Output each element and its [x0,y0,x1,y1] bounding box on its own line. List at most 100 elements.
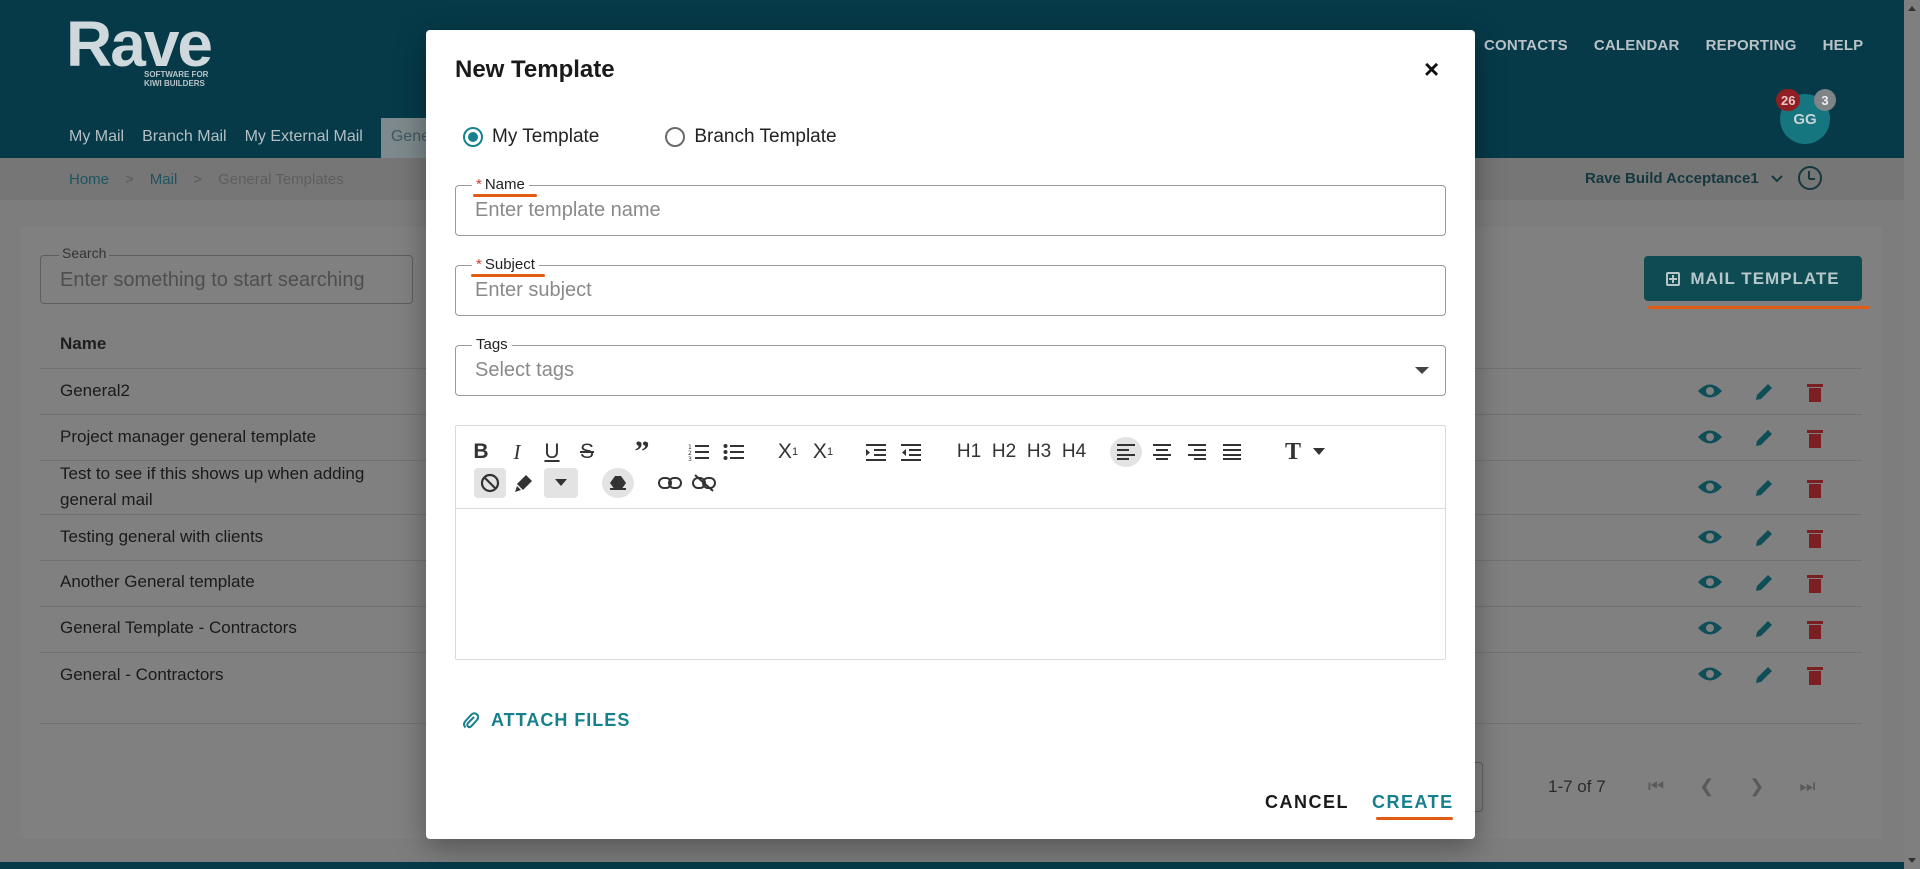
nav-contacts[interactable]: CONTACTS [1484,37,1568,54]
user-menu[interactable]: GG 26 3 [1776,89,1836,144]
clear-color-icon[interactable] [474,468,506,498]
align-left-icon[interactable] [1110,437,1142,467]
column-header-name[interactable]: Name [60,334,106,354]
annotation-underline [1376,817,1453,820]
mail-tabs: My Mail Branch Mail My External Mail Gen… [69,118,446,158]
strikethrough-icon[interactable]: S [576,437,598,467]
top-nav: CONTACTS CALENDAR REPORTING HELP [1484,37,1889,54]
radio-branch-template[interactable] [665,127,686,147]
trash-icon[interactable] [1805,527,1825,549]
caret-down-icon [1415,367,1429,374]
subject-label-text: Subject [484,256,535,273]
pencil-icon[interactable] [1753,618,1775,640]
logo-word: Rave [66,8,213,80]
pencil-icon[interactable] [1753,381,1775,403]
eye-icon[interactable] [1697,381,1723,401]
next-page-icon[interactable]: ❯ [1749,776,1764,797]
name-placeholder: Enter template name [475,199,661,221]
pencil-icon[interactable] [1753,477,1775,499]
ordered-list-icon[interactable]: 123 [686,437,712,467]
breadcrumb-mail[interactable]: Mail [150,171,178,188]
blockquote-icon[interactable]: ” [629,435,655,468]
close-icon[interactable]: × [1424,56,1439,82]
pencil-icon[interactable] [1753,664,1775,686]
notification-badge: 26 [1776,89,1801,111]
scroll-down-icon[interactable] [1908,858,1916,863]
row-actions [1697,527,1825,549]
indent-icon[interactable] [864,437,888,467]
font-size-dropdown-icon[interactable] [1309,437,1329,467]
tags-select[interactable]: Tags Select tags [455,336,1446,396]
tab-branch-mail[interactable]: Branch Mail [142,118,226,158]
outdent-icon[interactable] [899,437,923,467]
history-clock-icon[interactable] [1798,166,1822,190]
bullet-list-icon[interactable] [721,437,747,467]
row-actions [1697,427,1825,449]
pencil-icon[interactable] [1753,427,1775,449]
table-row-name: Project manager general template [60,427,317,446]
nav-calendar[interactable]: CALENDAR [1594,37,1680,54]
bold-icon[interactable]: B [470,437,492,467]
subject-field[interactable]: * Subject Enter subject [455,256,1446,316]
nav-help[interactable]: HELP [1823,37,1864,54]
name-field[interactable]: * Name Enter template name [455,176,1446,236]
align-justify-icon[interactable] [1219,437,1245,467]
eye-icon[interactable] [1697,572,1723,592]
italic-icon[interactable]: I [506,437,528,467]
align-center-icon[interactable] [1149,437,1175,467]
attach-files-button[interactable]: ATTACH FILES [463,710,630,731]
pencil-icon[interactable] [1753,527,1775,549]
search-input[interactable]: Search Enter something to start searchin… [40,245,413,304]
eye-icon[interactable] [1697,664,1723,684]
radio-my-template-label[interactable]: My Template [492,126,599,148]
eraser-icon[interactable] [602,468,634,498]
first-page-icon[interactable]: ⏮ [1648,776,1664,797]
editor-toolbar: B I U S ” 123 X1 X1 H1 H2 H3 H4 T [456,426,1445,509]
highlight-brush-icon[interactable] [510,468,538,498]
eye-icon[interactable] [1697,618,1723,638]
last-page-icon[interactable]: ⏭ [1799,776,1815,797]
font-size-icon[interactable]: T [1280,437,1306,467]
trash-icon[interactable] [1805,477,1825,499]
radio-my-template[interactable] [463,127,483,147]
radio-branch-template-label[interactable]: Branch Template [694,126,836,148]
pagination-range: 1-7 of 7 [1548,777,1606,796]
add-mail-template-button[interactable]: MAIL TEMPLATE [1644,256,1862,301]
subscript-icon[interactable]: X1 [775,437,801,467]
heading-1-button[interactable]: H1 [954,437,984,467]
color-dropdown-icon[interactable] [544,468,578,498]
table-row-name: Another General template [60,572,255,591]
underline-icon[interactable]: U [541,437,563,467]
scroll-up-icon[interactable] [1908,6,1916,11]
logo-tagline: SOFTWARE FOR KIWI BUILDERS [144,70,209,88]
trash-icon[interactable] [1805,664,1825,686]
heading-2-button[interactable]: H2 [989,437,1019,467]
tab-my-mail[interactable]: My Mail [69,118,124,158]
eye-icon[interactable] [1697,427,1723,447]
page-scrollbar[interactable] [1904,0,1920,869]
heading-4-button[interactable]: H4 [1059,437,1089,467]
cancel-button[interactable]: CANCEL [1265,792,1349,813]
trash-icon[interactable] [1805,618,1825,640]
superscript-icon[interactable]: X1 [810,437,836,467]
nav-reporting[interactable]: REPORTING [1706,37,1797,54]
link-icon[interactable] [656,468,684,498]
row-actions [1697,572,1825,594]
align-right-icon[interactable] [1184,437,1210,467]
editor-content-area[interactable] [456,510,1445,660]
prev-page-icon[interactable]: ❮ [1699,776,1714,797]
trash-icon[interactable] [1805,572,1825,594]
rave-logo[interactable]: Rave SOFTWARE FOR KIWI BUILDERS [66,8,213,88]
create-button[interactable]: CREATE [1372,792,1454,813]
trash-icon[interactable] [1805,427,1825,449]
unlink-icon[interactable] [690,468,718,498]
breadcrumb-home[interactable]: Home [69,171,109,188]
heading-3-button[interactable]: H3 [1024,437,1054,467]
company-selector[interactable]: Rave Build Acceptance1 [1585,170,1783,187]
trash-icon[interactable] [1805,381,1825,403]
eye-icon[interactable] [1697,527,1723,547]
row-actions [1697,477,1825,499]
tab-my-external-mail[interactable]: My External Mail [245,118,363,158]
eye-icon[interactable] [1697,477,1723,497]
pencil-icon[interactable] [1753,572,1775,594]
